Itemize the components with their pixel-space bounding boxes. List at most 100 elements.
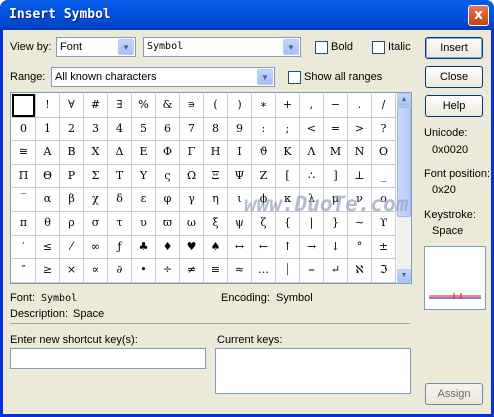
symbol-cell[interactable]: ♣ bbox=[132, 235, 156, 260]
symbol-cell[interactable]: Υ bbox=[132, 164, 156, 189]
symbol-cell[interactable]: Η bbox=[204, 141, 228, 165]
symbol-cell[interactable]: 6 bbox=[156, 117, 180, 142]
symbol-cell[interactable]: ℵ bbox=[348, 259, 372, 283]
scroll-up-icon[interactable]: ▲ bbox=[397, 93, 411, 107]
symbol-cell[interactable]: ♥ bbox=[180, 235, 204, 260]
symbol-cell[interactable]: 7 bbox=[180, 117, 204, 142]
symbol-cell[interactable]: • bbox=[132, 259, 156, 283]
symbol-cell[interactable]: ≤ bbox=[36, 235, 60, 260]
symbol-cell[interactable]: ξ bbox=[204, 211, 228, 236]
symbol-cell[interactable]: < bbox=[300, 117, 324, 142]
symbol-cell[interactable]: γ bbox=[180, 188, 204, 212]
symbol-cell[interactable]: π bbox=[12, 211, 36, 236]
symbol-cell[interactable]: σ bbox=[84, 211, 108, 236]
symbol-cell[interactable]: % bbox=[132, 94, 156, 118]
symbol-cell[interactable]: ± bbox=[372, 235, 396, 260]
symbol-cell[interactable]: Τ bbox=[108, 164, 132, 189]
symbol-cell[interactable]: 9 bbox=[228, 117, 252, 142]
symbol-cell[interactable]: ° bbox=[348, 235, 372, 260]
symbol-cell[interactable]: χ bbox=[84, 188, 108, 212]
scroll-down-icon[interactable]: ▼ bbox=[397, 269, 411, 283]
help-button[interactable]: Help bbox=[425, 95, 483, 117]
symbol-cell[interactable]: Λ bbox=[300, 141, 324, 165]
symbol-cell[interactable]: β bbox=[60, 188, 84, 212]
symbol-cell[interactable]: 5 bbox=[132, 117, 156, 142]
view-by-select[interactable]: Font ▼ bbox=[56, 37, 136, 57]
insert-button[interactable]: Insert bbox=[425, 37, 483, 59]
symbol-cell[interactable]: Μ bbox=[324, 141, 348, 165]
symbol-cell[interactable]: υ bbox=[132, 211, 156, 236]
symbol-cell[interactable]: ? bbox=[372, 117, 396, 142]
symbol-cell[interactable]: Ε bbox=[132, 141, 156, 165]
font-select[interactable]: Symbol ▼ bbox=[143, 37, 301, 57]
symbol-cell[interactable]: ≈ bbox=[228, 259, 252, 283]
symbol-cell[interactable]: θ bbox=[36, 211, 60, 236]
symbol-cell[interactable]: Ψ bbox=[228, 164, 252, 189]
symbol-cell[interactable]: Β bbox=[60, 141, 84, 165]
symbol-cell[interactable]: → bbox=[300, 235, 324, 260]
italic-checkbox[interactable] bbox=[372, 41, 385, 54]
symbol-cell[interactable]: Ο bbox=[372, 141, 396, 165]
symbol-cell[interactable]: ⁄ bbox=[60, 235, 84, 260]
symbol-cell[interactable]: ( bbox=[204, 94, 228, 118]
symbol-cell[interactable]: Χ bbox=[84, 141, 108, 165]
symbol-cell[interactable]: ∃ bbox=[108, 94, 132, 118]
symbol-cell[interactable]: ∗ bbox=[252, 94, 276, 118]
symbol-cell[interactable]: 3 bbox=[84, 117, 108, 142]
symbol-cell[interactable]: ; bbox=[276, 117, 300, 142]
symbol-cell[interactable]: 4 bbox=[108, 117, 132, 142]
symbol-cell[interactable]: ≠ bbox=[180, 259, 204, 283]
symbol-cell[interactable]: η bbox=[204, 188, 228, 212]
symbol-cell[interactable]: ≥ bbox=[36, 259, 60, 283]
symbol-cell[interactable]: ↑ bbox=[276, 235, 300, 260]
symbol-cell[interactable]: [ bbox=[276, 164, 300, 189]
symbol-cell[interactable]: ω bbox=[180, 211, 204, 236]
symbol-cell[interactable]: ♠ bbox=[204, 235, 228, 260]
symbol-cell[interactable]: − bbox=[324, 94, 348, 118]
symbol-cell[interactable]: ƒ bbox=[108, 235, 132, 260]
symbol-cell[interactable]: … bbox=[252, 259, 276, 283]
range-select[interactable]: All known characters ▼ bbox=[51, 67, 275, 87]
symbol-cell[interactable]: ← bbox=[252, 235, 276, 260]
symbol-cell[interactable]: Ξ bbox=[204, 164, 228, 189]
chevron-down-icon[interactable]: ▼ bbox=[283, 39, 299, 55]
symbol-cell[interactable]: ≅ bbox=[12, 141, 36, 165]
symbol-cell[interactable]: ε bbox=[132, 188, 156, 212]
symbol-cell[interactable]: # bbox=[84, 94, 108, 118]
new-shortcut-input[interactable] bbox=[10, 348, 206, 369]
symbol-cell[interactable]: τ bbox=[108, 211, 132, 236]
symbol-cell[interactable]: ‾ bbox=[12, 188, 36, 212]
symbol-cell[interactable]: Φ bbox=[156, 141, 180, 165]
symbol-cell[interactable]: / bbox=[372, 94, 396, 118]
grid-scrollbar[interactable]: ▲ ▼ bbox=[397, 93, 411, 283]
symbol-cell[interactable]: ∞ bbox=[84, 235, 108, 260]
symbol-cell[interactable]: ″ bbox=[12, 259, 36, 283]
symbol-cell[interactable]: ∀ bbox=[60, 94, 84, 118]
symbol-cell[interactable]: × bbox=[60, 259, 84, 283]
symbol-cell[interactable]: ′ bbox=[12, 235, 36, 260]
symbol-cell[interactable]: + bbox=[276, 94, 300, 118]
symbol-cell[interactable]: ÷ bbox=[156, 259, 180, 283]
symbol-cell[interactable]: Π bbox=[12, 164, 36, 189]
close-window-button[interactable]: x bbox=[468, 5, 489, 26]
symbol-cell[interactable]: Ι bbox=[228, 141, 252, 165]
show-all-ranges-checkbox[interactable] bbox=[288, 71, 301, 84]
symbol-cell[interactable]: Ω bbox=[180, 164, 204, 189]
symbol-cell[interactable]: ρ bbox=[60, 211, 84, 236]
symbol-cell[interactable]: ⎯ bbox=[300, 259, 324, 283]
symbol-cell[interactable]: Ζ bbox=[252, 164, 276, 189]
symbol-cell[interactable]: 2 bbox=[60, 117, 84, 142]
symbol-cell[interactable]: ↵ bbox=[324, 259, 348, 283]
symbol-cell[interactable]: : bbox=[252, 117, 276, 142]
symbol-cell[interactable]: . bbox=[348, 94, 372, 118]
symbol-cell[interactable]: > bbox=[348, 117, 372, 142]
chevron-down-icon[interactable]: ▼ bbox=[257, 69, 273, 85]
symbol-cell[interactable]: ∂ bbox=[108, 259, 132, 283]
symbol-cell[interactable]: 0 bbox=[12, 117, 36, 142]
symbol-cell[interactable]: α bbox=[36, 188, 60, 212]
symbol-cell[interactable]: Θ bbox=[36, 164, 60, 189]
symbol-cell[interactable]: ϑ bbox=[252, 141, 276, 165]
close-button[interactable]: Close bbox=[425, 66, 483, 88]
symbol-cell[interactable]: ) bbox=[228, 94, 252, 118]
symbol-cell[interactable]: Κ bbox=[276, 141, 300, 165]
